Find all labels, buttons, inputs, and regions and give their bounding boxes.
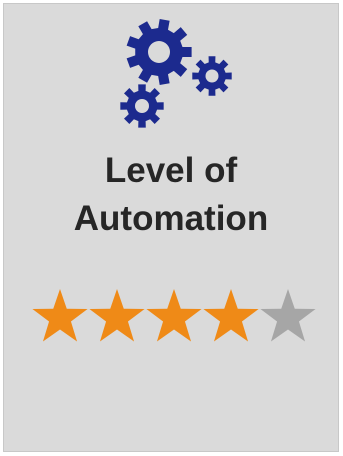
gear-hole xyxy=(148,41,170,63)
star-filled-icon xyxy=(89,289,145,342)
small-gear-right-icon xyxy=(192,56,232,96)
title-line-1: Level of xyxy=(104,151,238,190)
gear-hole xyxy=(205,69,219,83)
large-gear-icon xyxy=(126,19,192,85)
small-gear-left-icon xyxy=(120,84,164,128)
gear-hole xyxy=(135,99,149,113)
star-empty-icon xyxy=(260,289,316,342)
gears-icon xyxy=(120,19,232,128)
card-title: Level of Automation xyxy=(4,147,338,243)
star-filled-icon xyxy=(203,289,259,342)
star-rating xyxy=(32,289,316,342)
star-filled-icon xyxy=(146,289,202,342)
title-line-2: Automation xyxy=(73,199,269,238)
star-filled-icon xyxy=(32,289,88,342)
automation-level-card: Level of Automation xyxy=(3,3,339,452)
